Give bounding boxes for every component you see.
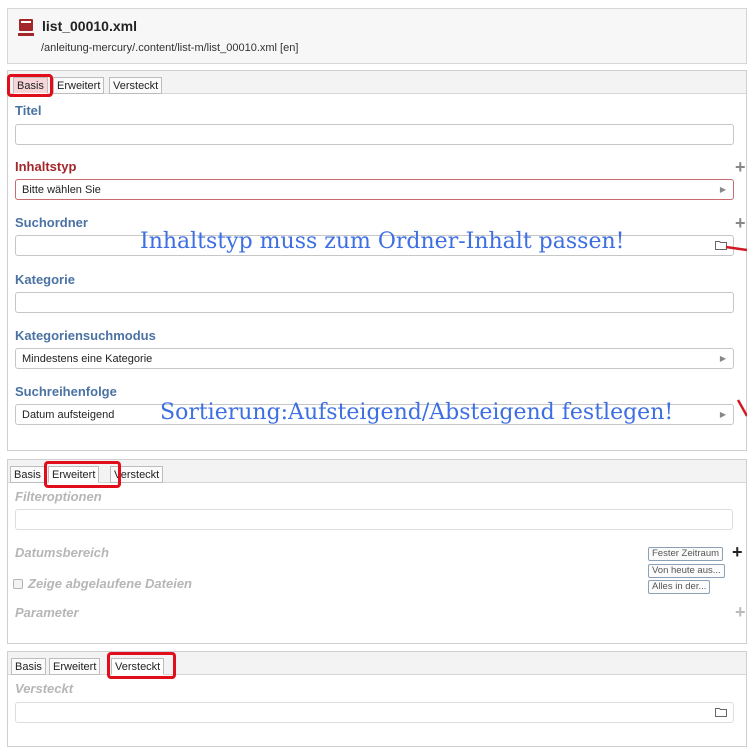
chevron-right-icon: ▶ bbox=[719, 185, 726, 194]
add-datumsbereich-plus-icon[interactable]: + bbox=[732, 543, 743, 561]
add-parameter-plus-icon[interactable]: + bbox=[735, 603, 746, 621]
kategorie-label: Kategorie bbox=[15, 272, 75, 287]
inhaltstyp-label: Inhaltstyp bbox=[15, 159, 77, 174]
file-icon bbox=[18, 19, 34, 36]
file-path: /anleitung-mercury/.content/list-m/list_… bbox=[41, 42, 299, 54]
arrow-line-1 bbox=[725, 245, 747, 252]
versteckt-input[interactable] bbox=[15, 702, 734, 723]
fester-zeitraum-button[interactable]: Fester Zeitraum bbox=[648, 547, 724, 561]
filteroptionen-label: Filteroptionen bbox=[15, 489, 102, 504]
titel-input[interactable] bbox=[15, 124, 734, 145]
inhaltstyp-annotation: Inhaltstyp muss zum Ordner-Inhalt passen… bbox=[140, 229, 625, 254]
arrow-line-2 bbox=[736, 399, 747, 417]
tab-basis[interactable]: Basis bbox=[11, 658, 46, 675]
file-header: list_00010.xml /anleitung-mercury/.conte… bbox=[7, 8, 747, 64]
file-name: list_00010.xml bbox=[42, 18, 137, 34]
parameter-label: Parameter bbox=[15, 605, 79, 620]
tab-erweitert[interactable]: Erweitert bbox=[49, 658, 101, 675]
folder-icon[interactable] bbox=[715, 707, 727, 717]
highlight-erweitert-tab bbox=[44, 461, 121, 488]
zeige-abgelaufene-label: Zeige abgelaufene Dateien bbox=[28, 576, 192, 591]
sortierung-annotation: Sortierung:Aufsteigend/Absteigend festle… bbox=[160, 400, 674, 425]
highlight-versteckt-tab bbox=[107, 652, 176, 679]
titel-label: Titel bbox=[15, 103, 42, 118]
tab-versteckt[interactable]: Versteckt bbox=[109, 77, 163, 94]
filteroptionen-input[interactable] bbox=[15, 509, 733, 530]
alles-in-der-button[interactable]: Alles in der... bbox=[648, 580, 711, 594]
von-heute-aus-button[interactable]: Von heute aus... bbox=[648, 564, 725, 578]
kategorie-input[interactable] bbox=[15, 292, 734, 313]
tab-erweitert[interactable]: Erweitert bbox=[53, 77, 105, 94]
kategoriensuchmodus-select[interactable]: Mindestens eine Kategorie ▶ bbox=[15, 348, 734, 369]
suchreihenfolge-label: Suchreihenfolge bbox=[15, 384, 117, 399]
zeige-abgelaufene-checkbox[interactable] bbox=[13, 579, 23, 589]
highlight-basis-tab bbox=[7, 74, 53, 97]
inhaltstyp-select[interactable]: Bitte wählen Sie ▶ bbox=[15, 179, 734, 200]
datumsbereich-label: Datumsbereich bbox=[15, 545, 109, 560]
kategoriensuchmodus-label: Kategoriensuchmodus bbox=[15, 328, 156, 343]
suchordner-label: Suchordner bbox=[15, 215, 88, 230]
add-inhaltstyp-plus-icon[interactable]: + bbox=[735, 158, 746, 176]
versteckt-label: Versteckt bbox=[15, 681, 74, 696]
tab-basis[interactable]: Basis bbox=[10, 466, 45, 483]
basis-panel: Basis Erweitert Versteckt Titel Inhaltst… bbox=[7, 70, 747, 451]
annotation-arrows bbox=[725, 245, 747, 417]
